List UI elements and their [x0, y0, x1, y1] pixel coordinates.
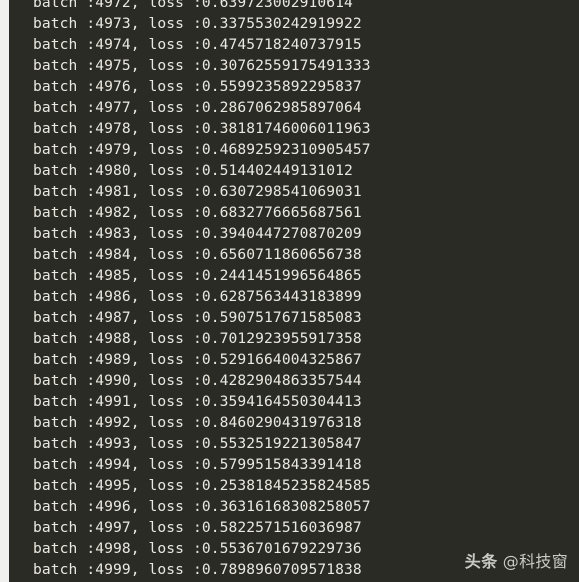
log-line: batch :4987, loss :0.5907517671585083 — [33, 309, 362, 326]
log-line: batch :4990, loss :0.4282904863357544 — [33, 372, 362, 389]
log-line: batch :4991, loss :0.3594164550304413 — [33, 393, 362, 410]
log-line: batch :4972, loss :0.639723002910614 — [33, 0, 353, 11]
log-line: batch :4988, loss :0.7012923955917358 — [33, 330, 362, 347]
log-line: batch :4979, loss :0.46892592310905457 — [33, 141, 371, 158]
log-line: batch :4986, loss :0.6287563443183899 — [33, 288, 362, 305]
log-line: batch :4974, loss :0.4745718240737915 — [33, 36, 362, 53]
terminal-console[interactable]: batch :4972, loss :0.639723002910614 batc… — [9, 0, 579, 582]
log-line: batch :4997, loss :0.5822571516036987 — [33, 519, 362, 536]
log-line: batch :4989, loss :0.5291664004325867 — [33, 351, 362, 368]
log-line: batch :4982, loss :0.6832776665687561 — [33, 204, 362, 221]
screenshot-root: batch :4972, loss :0.639723002910614 batc… — [0, 0, 579, 582]
log-line: batch :4999, loss :0.7898960709571838 — [33, 561, 362, 578]
log-line: batch :4973, loss :0.3375530242919922 — [33, 15, 362, 32]
log-line: batch :4976, loss :0.5599235892295837 — [33, 78, 362, 95]
log-output-list: batch :4972, loss :0.639723002910614 batc… — [9, 0, 579, 580]
log-line: batch :4995, loss :0.25381845235824585 — [33, 477, 371, 494]
log-line: batch :4978, loss :0.38181746006011963 — [33, 120, 371, 137]
log-line: batch :4992, loss :0.8460290431976318 — [33, 414, 362, 431]
log-line: batch :4981, loss :0.6307298541069031 — [33, 183, 362, 200]
log-line: batch :4980, loss :0.514402449131012 — [33, 162, 353, 179]
left-edge-gutter — [0, 0, 9, 582]
log-line: batch :4998, loss :0.5536701679229736 — [33, 540, 362, 557]
log-line: batch :4994, loss :0.5799515843391418 — [33, 456, 362, 473]
log-line: batch :4983, loss :0.3940447270870209 — [33, 225, 362, 242]
log-line: batch :4977, loss :0.2867062985897064 — [33, 99, 362, 116]
log-line: batch :4993, loss :0.5532519221305847 — [33, 435, 362, 452]
log-line: batch :4975, loss :0.30762559175491333 — [33, 57, 371, 74]
log-line: batch :4996, loss :0.36316168308258057 — [33, 498, 371, 515]
log-line: batch :4985, loss :0.2441451996564865 — [33, 267, 362, 284]
log-line: batch :4984, loss :0.6560711860656738 — [33, 246, 362, 263]
